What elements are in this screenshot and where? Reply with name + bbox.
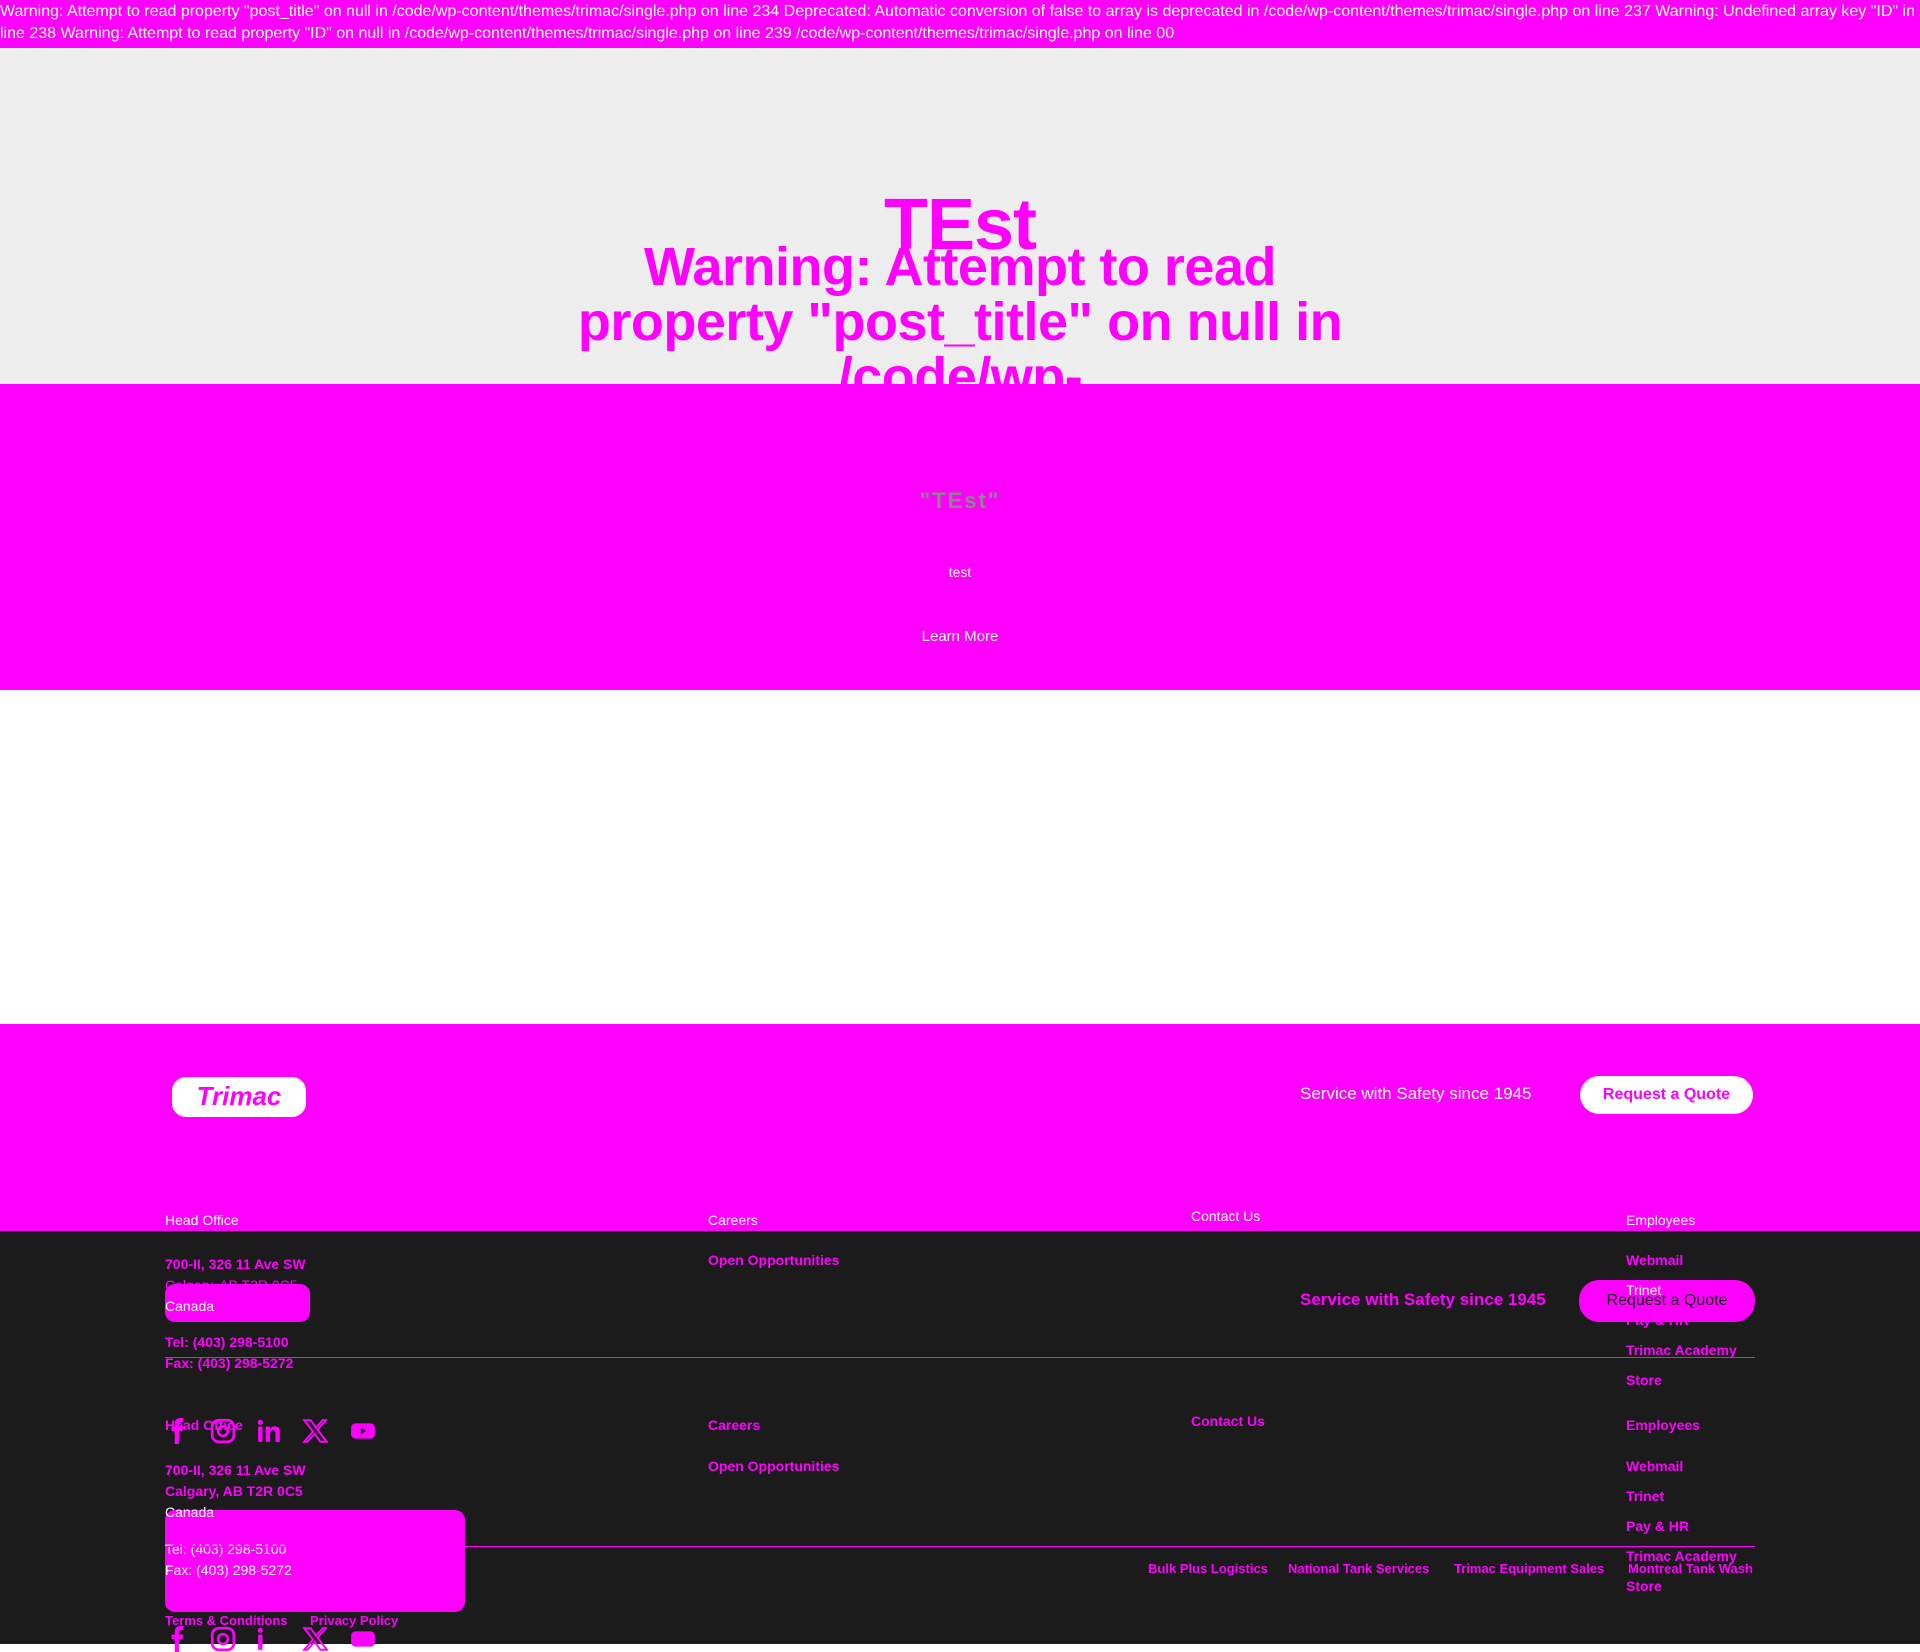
address-line-3: Canada <box>165 1298 215 1314</box>
learn-more-link[interactable]: Learn More <box>0 628 1920 645</box>
head-office-heading: Head Office <box>165 1212 239 1228</box>
facebook-icon[interactable] <box>165 1626 191 1652</box>
address-line-3-dup: Canada <box>165 1504 215 1520</box>
footer-divider <box>165 1357 1755 1358</box>
fax-text: Fax: (403) 298-5272 <box>165 1355 294 1371</box>
band-subtext: test <box>948 564 972 580</box>
trimac-logo[interactable]: Trimac <box>172 1077 306 1117</box>
careers-heading: Careers <box>708 1212 758 1228</box>
careers-heading-dup: Careers <box>708 1417 761 1433</box>
sister-link-montreal-tank[interactable]: Montreal Tank Wash <box>1628 1559 1753 1579</box>
x-icon[interactable] <box>302 1626 328 1652</box>
footer-top: Trimac Service with Safety since 1945 Re… <box>0 1024 1920 1231</box>
feature-band: "TEst" test Learn More <box>0 384 1920 690</box>
address-line-1: 700-II, 326 11 Ave SW <box>165 1256 306 1272</box>
sister-link-bulk-plus[interactable]: Bulk Plus Logistics <box>1148 1559 1268 1579</box>
contact-heading-dup[interactable]: Contact Us <box>1191 1411 1265 1431</box>
employees-heading-dup: Employees <box>1626 1417 1700 1433</box>
employee-link-webmail[interactable]: Webmail <box>1626 1250 1683 1270</box>
hero-warning-text: Warning: Attempt to read property "post_… <box>577 237 1343 385</box>
warning-line-2: line 238 Warning: Attempt to read proper… <box>0 25 1175 42</box>
sister-link-equipment-sales[interactable]: Trimac Equipment Sales <box>1454 1559 1604 1579</box>
band-heading: "TEst" <box>919 488 1001 513</box>
employee-link-store[interactable]: Store <box>1626 1370 1662 1390</box>
youtube-icon[interactable] <box>350 1418 376 1444</box>
instagram-icon[interactable] <box>210 1626 236 1652</box>
x-icon[interactable] <box>302 1418 328 1444</box>
warning-line-1: Warning: Attempt to read property "post_… <box>0 3 1920 20</box>
employee-link-trinet[interactable]: Trinet <box>1626 1280 1661 1300</box>
fax-text-dup: Fax: (403) 298-5272 <box>165 1562 292 1578</box>
sister-link-national-tank[interactable]: National Tank Services <box>1288 1559 1429 1579</box>
linkedin-icon[interactable] <box>256 1626 282 1652</box>
employee-link-webmail-dup[interactable]: Webmail <box>1626 1456 1683 1476</box>
php-warning-bar: Warning: Attempt to read property "post_… <box>0 0 1920 48</box>
open-opportunities-link-dup[interactable]: Open Opportunities <box>708 1456 839 1476</box>
tel-text-dup[interactable]: Tel: (403) 298-5100 <box>165 1539 286 1559</box>
employee-link-trinet-dup[interactable]: Trinet <box>1626 1486 1664 1506</box>
linkedin-icon[interactable] <box>256 1418 282 1444</box>
open-opportunities-link[interactable]: Open Opportunities <box>708 1250 839 1270</box>
hero-section: TEst Warning: Attempt to read property "… <box>0 48 1920 384</box>
employee-link-payhr[interactable]: Pay & HR <box>1626 1310 1689 1330</box>
address-line-1-dup: 700-II, 326 11 Ave SW <box>165 1462 306 1478</box>
address-line-2-dup: Calgary, AB T2R 0C5 <box>165 1483 303 1499</box>
youtube-icon[interactable] <box>350 1626 376 1652</box>
instagram-icon[interactable] <box>210 1418 236 1444</box>
employee-link-payhr-dup[interactable]: Pay & HR <box>1626 1516 1689 1536</box>
tel-text[interactable]: Tel: (403) 298-5100 <box>165 1332 288 1352</box>
employees-heading: Employees <box>1626 1212 1696 1228</box>
facebook-icon[interactable] <box>165 1418 191 1444</box>
footer-tagline: Service with Safety since 1945 <box>1300 1084 1532 1103</box>
request-quote-button[interactable]: Request a Quote <box>1580 1076 1753 1114</box>
footer-divider-2 <box>165 1546 1755 1547</box>
footer-tagline-dup: Service with Safety since 1945 <box>1300 1290 1546 1309</box>
contact-heading[interactable]: Contact Us <box>1191 1206 1260 1226</box>
employee-link-store-dup[interactable]: Store <box>1626 1576 1662 1596</box>
